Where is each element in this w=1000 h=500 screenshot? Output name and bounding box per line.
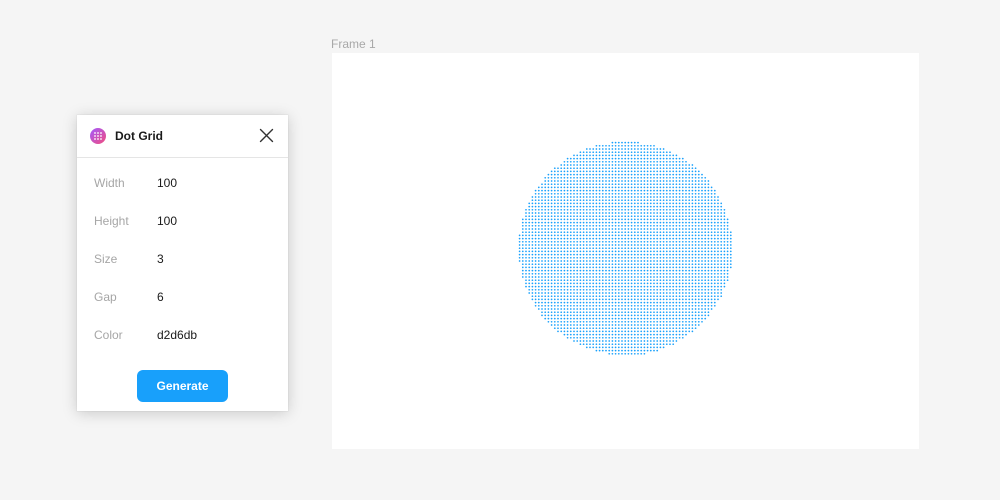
size-label: Size — [94, 252, 118, 266]
width-row: Width — [77, 171, 288, 195]
close-icon[interactable] — [259, 128, 274, 143]
dot-grid-dots — [518, 141, 732, 355]
height-row: Height — [77, 209, 288, 233]
color-input[interactable] — [153, 323, 273, 347]
height-label: Height — [94, 214, 129, 228]
size-input[interactable] — [153, 247, 273, 271]
plugin-header: Dot Grid — [77, 115, 288, 158]
generate-button[interactable]: Generate — [137, 370, 228, 402]
dot-grid-circle[interactable] — [518, 141, 733, 356]
height-input[interactable] — [153, 209, 273, 233]
gap-label: Gap — [94, 290, 117, 304]
gap-row: Gap — [77, 285, 288, 309]
dot-grid-plugin-icon — [90, 128, 106, 144]
frame-label[interactable]: Frame 1 — [331, 37, 376, 51]
plugin-title: Dot Grid — [115, 129, 163, 143]
width-input[interactable] — [153, 171, 273, 195]
gap-input[interactable] — [153, 285, 273, 309]
frame[interactable] — [332, 53, 919, 449]
size-row: Size — [77, 247, 288, 271]
color-label: Color — [94, 328, 123, 342]
width-label: Width — [94, 176, 125, 190]
plugin-panel: Dot Grid Width Height Size Gap Color Gen… — [77, 115, 288, 411]
color-row: Color — [77, 323, 288, 347]
